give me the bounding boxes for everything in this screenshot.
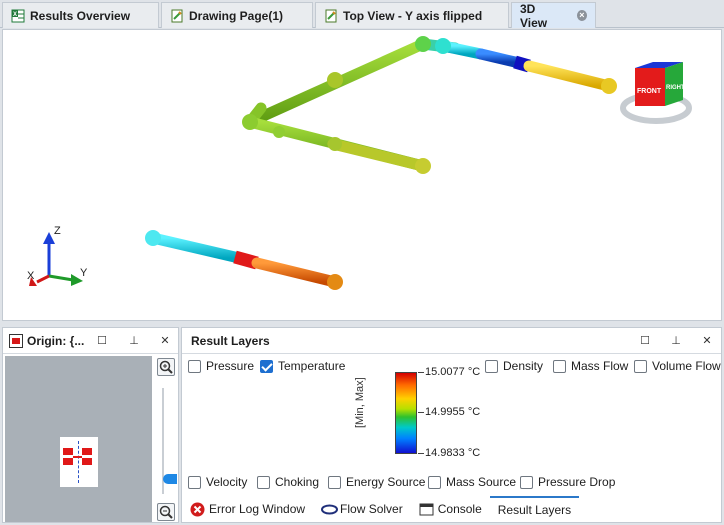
- checkbox-box[interactable]: [188, 359, 201, 373]
- checkbox-box[interactable]: [188, 475, 201, 489]
- pipe-end-cap[interactable]: [601, 78, 617, 94]
- axis-triad: Z Y X: [27, 225, 88, 286]
- checkbox-velocity[interactable]: Velocity: [188, 474, 247, 490]
- checkbox-box[interactable]: [428, 475, 441, 489]
- result-layers-title: Result Layers: [191, 333, 270, 348]
- pin-icon[interactable]: ⊥: [127, 334, 141, 348]
- tab-results-overview[interactable]: X Results Overview: [2, 2, 159, 28]
- checkbox-box[interactable]: [553, 359, 566, 373]
- view-cube-right: RIGHT: [666, 85, 685, 91]
- pipe-network-3d[interactable]: Z Y X FRONT RIGHT: [3, 30, 722, 321]
- checkbox-box[interactable]: [634, 359, 647, 373]
- checkbox-pressure[interactable]: Pressure: [188, 358, 254, 374]
- pipe-top-blue[interactable]: [475, 48, 521, 68]
- tool-window-tabs: Error Log Window Flow Solver Console Res…: [182, 496, 721, 522]
- checkbox-box[interactable]: [485, 359, 498, 373]
- origin-panel: Origin: {... ☐ ⊥ ✕: [2, 327, 179, 523]
- checkbox-energy-source[interactable]: Energy Source: [328, 474, 425, 490]
- view-cube[interactable]: FRONT RIGHT: [620, 62, 692, 124]
- checkbox-mass-source[interactable]: Mass Source: [428, 474, 516, 490]
- maximize-icon[interactable]: ☐: [95, 334, 109, 348]
- checkbox-pressure-drop[interactable]: Pressure Drop: [520, 474, 615, 490]
- close-icon[interactable]: ✕: [700, 334, 714, 348]
- checkbox-box[interactable]: [520, 475, 533, 489]
- checkbox-box[interactable]: [257, 475, 270, 489]
- axis-x-label: X: [27, 270, 35, 282]
- svg-text:X: X: [13, 12, 17, 18]
- tab-3d-view[interactable]: 3D View ×: [511, 1, 596, 30]
- origin-panel-header: Origin: {... ☐ ⊥ ✕: [3, 328, 178, 354]
- overview-minimap[interactable]: [5, 356, 152, 522]
- drawing-page-icon: [324, 9, 338, 23]
- flow-solver-icon: [321, 502, 339, 517]
- legend-mid-value: 14.9955 °C: [425, 406, 481, 418]
- checkbox-volume-flow[interactable]: Volume Flow: [634, 358, 721, 374]
- tab-drawing-page[interactable]: Drawing Page(1): [161, 2, 313, 28]
- pin-icon[interactable]: ⊥: [669, 334, 683, 348]
- pipe-joint[interactable]: [242, 114, 258, 130]
- error-icon: [190, 502, 205, 517]
- legend-axis-label: [Min, Max]: [354, 377, 366, 428]
- spreadsheet-icon: X: [11, 9, 25, 23]
- pipe-joint[interactable]: [327, 72, 343, 88]
- document-tab-strip: X Results Overview Drawing Page(1) Top V…: [0, 0, 724, 30]
- view-cube-front: FRONT: [637, 88, 662, 95]
- pipe-top-yellow[interactable]: [523, 60, 615, 92]
- checkbox-mass-flow[interactable]: Mass Flow: [553, 358, 628, 374]
- pipe-lower-orange[interactable]: [251, 257, 341, 288]
- maximize-icon[interactable]: ☐: [638, 334, 652, 348]
- legend-min-value: 14.9833 °C: [425, 447, 481, 459]
- checkbox-density[interactable]: Density: [485, 358, 543, 374]
- legend-max-value: 15.0077 °C: [425, 366, 481, 378]
- tab-result-layers[interactable]: Result Layers: [489, 496, 580, 522]
- result-layers-panel: Result Layers ☐ ⊥ ✕ Pressure Temperature…: [181, 327, 722, 523]
- checkbox-box[interactable]: [260, 359, 273, 373]
- tab-label: Results Overview: [30, 8, 131, 23]
- minimap-view-rect[interactable]: [60, 437, 98, 487]
- pipe-joint[interactable]: [435, 38, 451, 54]
- tab-label: 3D View: [520, 1, 548, 30]
- tab-top-view[interactable]: Top View - Y axis flipped: [315, 2, 509, 28]
- pipe-end-cap[interactable]: [415, 158, 431, 174]
- drawing-page-icon: [170, 9, 184, 23]
- console-icon: [419, 502, 434, 517]
- zoom-in-icon: [159, 360, 173, 374]
- pipe-lower-cyan[interactable]: [147, 232, 245, 264]
- tab-error-log-window[interactable]: Error Log Window: [182, 496, 313, 522]
- checkbox-box[interactable]: [328, 475, 341, 489]
- close-icon[interactable]: ✕: [158, 334, 172, 348]
- checkbox-temperature[interactable]: Temperature: [260, 358, 345, 374]
- zoom-out-button[interactable]: [157, 503, 175, 521]
- tab-flow-solver[interactable]: Flow Solver: [313, 496, 411, 522]
- pipe-joint[interactable]: [327, 274, 343, 290]
- temperature-color-legend: [395, 372, 417, 454]
- tab-label: Drawing Page(1): [189, 8, 284, 23]
- checkbox-choking[interactable]: Choking: [257, 474, 319, 490]
- result-layers-header: Result Layers ☐ ⊥ ✕: [182, 328, 721, 354]
- origin-panel-title: Origin: {...: [27, 333, 85, 348]
- tab-console[interactable]: Console: [411, 496, 490, 522]
- close-icon[interactable]: ×: [576, 10, 587, 21]
- axis-y-label: Y: [80, 267, 88, 279]
- pipe-end-cap[interactable]: [145, 230, 161, 246]
- axis-z-label: Z: [54, 225, 61, 237]
- tab-label: Top View - Y axis flipped: [343, 8, 483, 23]
- pipe-joint[interactable]: [415, 36, 431, 52]
- origin-app-icon: [9, 333, 23, 348]
- 3d-viewport[interactable]: Z Y X FRONT RIGHT: [2, 29, 722, 321]
- zoom-slider-thumb[interactable]: [163, 474, 177, 484]
- zoom-in-button[interactable]: [157, 358, 175, 376]
- zoom-out-icon: [159, 505, 173, 519]
